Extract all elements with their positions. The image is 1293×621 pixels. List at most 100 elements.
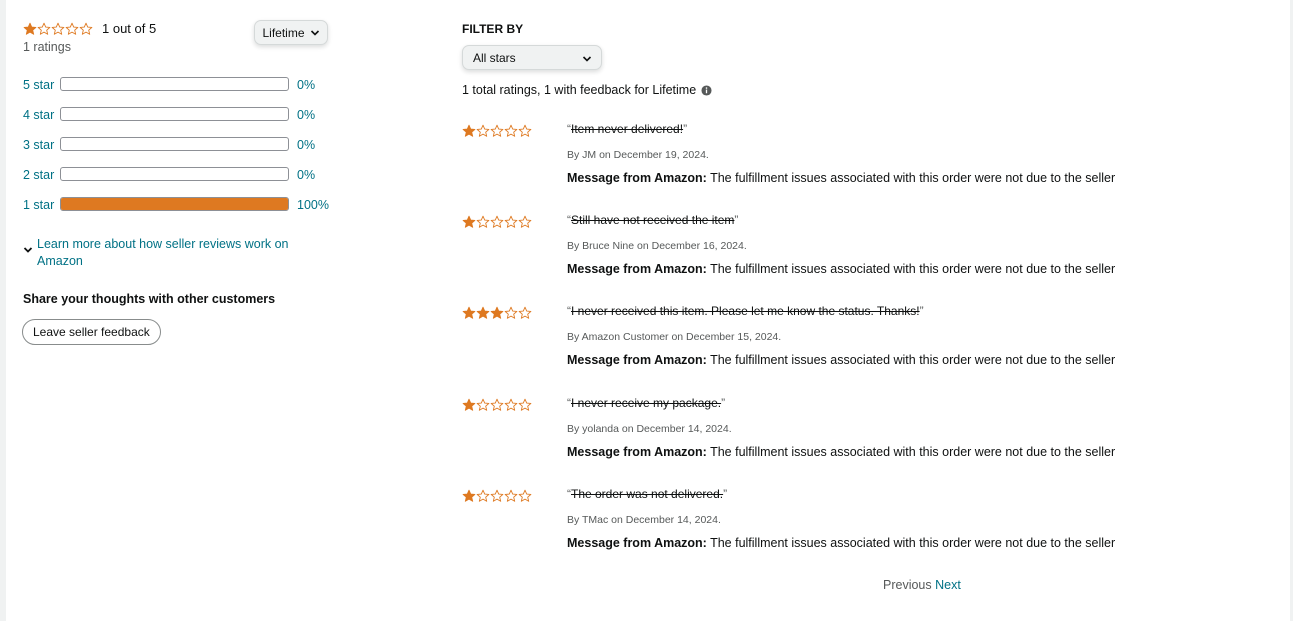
star-filter-select[interactable]: All stars [462,45,602,70]
histogram-row-4[interactable]: 4 star 0% [23,107,343,125]
amazon-message-label: Message from Amazon: [567,353,707,367]
review-stars [462,124,532,138]
star-empty-icon [518,124,532,138]
review-text: I never receive my package. [571,396,722,410]
filter-by-heading: FILTER BY [462,22,524,36]
review-author-date: By Amazon Customer on December 15, 2024. [567,331,782,343]
star-empty-icon [504,215,518,229]
review-quote: “The order was not delivered.” [567,487,728,501]
review-item: “I never receive my package.” By yolanda… [462,396,1262,476]
histogram-label[interactable]: 4 star [23,108,54,122]
review-stars [462,489,532,503]
amazon-message: Message from Amazon: The fulfillment iss… [567,262,1115,276]
star-filled-icon [462,215,476,229]
review-quote: “I never receive my package.” [567,396,726,410]
amazon-message-text: The fulfillment issues associated with t… [706,171,1116,185]
star-empty-icon [518,489,532,503]
review-item: “I never received this item. Please let … [462,304,1262,384]
star-empty-icon [504,489,518,503]
histogram-percent[interactable]: 0% [297,78,315,92]
leave-seller-feedback-button[interactable]: Leave seller feedback [22,319,161,345]
review-item: “Still have not received the item” By Br… [462,213,1262,293]
share-thoughts-heading: Share your thoughts with other customers [23,292,276,306]
star-empty-icon [79,22,93,36]
amazon-message-text: The fulfillment issues associated with t… [706,536,1116,550]
star-empty-icon [504,398,518,412]
star-filled-icon [23,22,37,36]
star-empty-icon [65,22,79,36]
chevron-down-icon [310,29,319,36]
review-text: The order was not delivered. [571,487,724,501]
star-empty-icon [476,489,490,503]
amazon-message: Message from Amazon: The fulfillment iss… [567,171,1115,185]
histogram-label[interactable]: 1 star [23,198,54,212]
histogram-percent[interactable]: 0% [297,108,315,122]
review-quote: “Item never delivered!” [567,122,688,136]
learn-more-expander[interactable]: Learn more about how seller reviews work… [23,236,323,270]
star-filled-icon [462,398,476,412]
review-quote: “I never received this item. Please let … [567,304,924,318]
star-empty-icon [490,215,504,229]
histogram-row-5[interactable]: 5 star 0% [23,77,343,95]
star-empty-icon [476,124,490,138]
review-item: “The order was not delivered.” By TMac o… [462,487,1262,567]
previous-page-link[interactable]: Previous [883,578,932,592]
amazon-message-text: The fulfillment issues associated with t… [706,353,1116,367]
amazon-message-label: Message from Amazon: [567,536,707,550]
star-empty-icon [476,398,490,412]
histogram-bar [60,137,289,151]
amazon-message-label: Message from Amazon: [567,262,707,276]
histogram-bar [60,167,289,181]
amazon-message-label: Message from Amazon: [567,445,707,459]
ratings-count: 1 ratings [23,40,71,54]
review-text: Item never delivered! [571,122,684,136]
star-empty-icon [490,398,504,412]
histogram-label[interactable]: 3 star [23,138,54,152]
info-icon[interactable] [701,84,712,96]
review-stars [462,398,532,412]
rating-score: 1 out of 5 [102,21,157,36]
amazon-message: Message from Amazon: The fulfillment iss… [567,536,1115,550]
next-page-link[interactable]: Next [935,578,961,592]
amazon-message-text: The fulfillment issues associated with t… [706,262,1116,276]
star-empty-icon [504,306,518,320]
seller-feedback-panel: 1 out of 5 1 ratings Lifetime 5 star 0% … [6,0,1290,621]
review-text: I never received this item. Please let m… [571,304,920,318]
review-item: “Item never delivered!” By JM on Decembe… [462,122,1262,202]
histogram-percent[interactable]: 0% [297,168,315,182]
review-author-date: By Bruce Nine on December 16, 2024. [567,240,747,252]
star-empty-icon [518,306,532,320]
histogram-row-3[interactable]: 3 star 0% [23,137,343,155]
review-author-date: By JM on December 19, 2024. [567,149,709,161]
star-filled-icon [490,306,504,320]
review-author-date: By yolanda on December 14, 2024. [567,423,732,435]
learn-more-link[interactable]: Learn more about how seller reviews work… [37,236,323,270]
amazon-message: Message from Amazon: The fulfillment iss… [567,353,1115,367]
chevron-down-icon [23,247,33,253]
summary-stars [23,22,93,36]
star-filter-value: All stars [473,51,516,65]
histogram-bar [60,197,289,211]
period-select[interactable]: Lifetime [254,20,328,45]
star-empty-icon [51,22,65,36]
star-empty-icon [504,124,518,138]
histogram-percent[interactable]: 100% [297,198,329,212]
star-filled-icon [462,306,476,320]
amazon-message: Message from Amazon: The fulfillment iss… [567,445,1115,459]
star-filled-icon [476,306,490,320]
amazon-message-text: The fulfillment issues associated with t… [706,445,1116,459]
histogram-row-2[interactable]: 2 star 0% [23,167,343,185]
star-empty-icon [37,22,51,36]
histogram-label[interactable]: 5 star [23,78,54,92]
histogram-label[interactable]: 2 star [23,168,54,182]
chevron-down-icon [582,56,592,62]
review-text: Still have not received the item [571,213,735,227]
histogram-bar [60,77,289,91]
histogram-fill [61,198,288,210]
star-filled-icon [462,489,476,503]
total-ratings-line: 1 total ratings, 1 with feedback for Lif… [462,83,712,97]
histogram-percent[interactable]: 0% [297,138,315,152]
period-select-value: Lifetime [262,25,305,40]
review-stars [462,306,532,320]
histogram-row-1[interactable]: 1 star 100% [23,197,343,215]
